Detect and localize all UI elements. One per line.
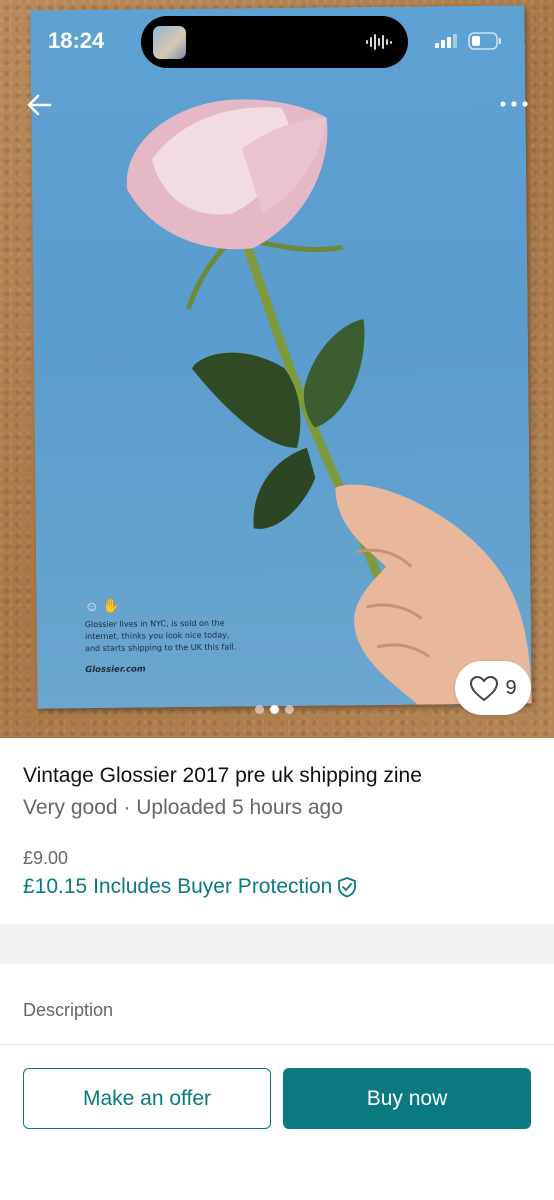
battery-icon	[468, 32, 501, 50]
section-divider-band	[0, 924, 554, 964]
status-time: 18:24	[48, 28, 105, 53]
shield-check-icon	[338, 877, 357, 898]
audio-wave-icon	[366, 34, 392, 50]
carousel-indicator	[255, 705, 294, 714]
item-price: £9.00	[23, 848, 69, 868]
more-icon[interactable]	[498, 94, 532, 114]
zine-photo: ☺ ✋ Glossier lives in NYC, is sold on th…	[30, 5, 532, 712]
smile-wave-icon: ☺ ✋	[84, 597, 121, 615]
item-subtitle: Very good · Uploaded 5 hours ago	[23, 796, 343, 819]
dynamic-island[interactable]	[141, 16, 408, 68]
item-title: Vintage Glossier 2017 pre uk shipping zi…	[23, 764, 422, 787]
zine-site: Glossier.com	[85, 664, 146, 676]
price-with-protection[interactable]: £10.15 Includes Buyer Protection	[23, 875, 358, 899]
buy-now-button[interactable]: Buy now	[283, 1068, 531, 1129]
description-label: Description	[23, 1000, 114, 1020]
price-total-text: £10.15 Includes Buyer Protection	[23, 875, 333, 898]
back-arrow-icon[interactable]	[26, 92, 52, 118]
carousel-dot[interactable]	[285, 705, 294, 714]
zine-line: and starts shipping to the UK this fall.	[84, 642, 237, 654]
listing-photo[interactable]: ☺ ✋ Glossier lives in NYC, is sold on th…	[0, 0, 554, 738]
make-offer-button[interactable]: Make an offer	[23, 1068, 271, 1129]
zine-caption: ☺ ✋ Glossier lives in NYC, is sold on th…	[85, 596, 286, 675]
favorite-button[interactable]: 9	[455, 661, 531, 715]
now-playing-thumbnail	[153, 26, 186, 59]
divider	[0, 1044, 554, 1045]
signal-icon	[435, 34, 457, 48]
carousel-dot[interactable]	[255, 705, 264, 714]
heart-icon	[470, 675, 499, 701]
carousel-dot-active[interactable]	[270, 705, 279, 714]
favorite-count: 9	[505, 676, 517, 699]
